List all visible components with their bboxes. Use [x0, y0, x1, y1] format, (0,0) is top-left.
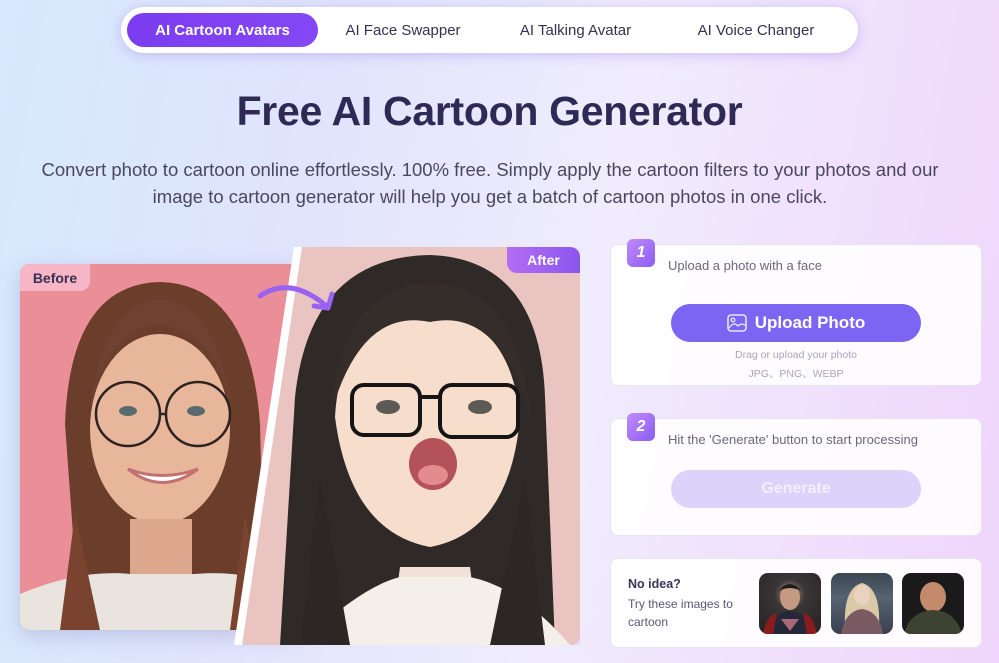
blonde-woman-thumbnail — [841, 583, 883, 634]
upload-photo-button[interactable]: Upload Photo — [671, 304, 921, 342]
superhero-sample[interactable] — [759, 573, 821, 634]
image-icon — [726, 314, 747, 332]
tab-ai-cartoon-avatars[interactable]: AI Cartoon Avatars — [127, 13, 318, 47]
drag-hint: Drag or upload your photo — [735, 349, 857, 361]
step-2-number: 2 — [627, 413, 655, 441]
page-title: Free AI Cartoon Generator — [236, 88, 743, 134]
no-idea-text: Try these images to cartoon — [628, 597, 733, 629]
supported-formats: JPG、PNG、WEBP — [748, 368, 844, 380]
bald-man-sample[interactable] — [902, 573, 964, 634]
after-badge: After — [507, 247, 580, 273]
step-1-number: 1 — [627, 239, 655, 267]
page-subtitle: Convert photo to cartoon online effortle… — [0, 156, 980, 210]
subtitle-line-2: image to cartoon generator will help you… — [152, 186, 828, 207]
curved-arrow-icon — [257, 285, 335, 311]
tab-ai-face-swapper[interactable]: AI Face Swapper — [318, 13, 488, 47]
generate-button[interactable]: Generate — [671, 470, 921, 508]
subtitle-line-1: Convert photo to cartoon online effortle… — [41, 159, 939, 180]
upload-photo-label: Upload Photo — [754, 313, 866, 332]
no-idea-title: No idea? — [628, 577, 681, 591]
product-tabs: AI Cartoon Avatars AI Face Swapper AI Ta… — [121, 7, 858, 53]
tab-ai-voice-changer[interactable]: AI Voice Changer — [663, 13, 849, 47]
superhero-thumbnail — [763, 584, 817, 634]
step-1-instruction: Upload a photo with a face — [668, 258, 822, 273]
tab-ai-talking-avatar[interactable]: AI Talking Avatar — [488, 13, 663, 47]
blonde-woman-sample[interactable] — [831, 573, 893, 634]
before-badge: Before — [20, 264, 90, 291]
bald-man-thumbnail — [904, 582, 962, 634]
step-2-instruction: Hit the 'Generate' button to start proce… — [668, 432, 918, 447]
